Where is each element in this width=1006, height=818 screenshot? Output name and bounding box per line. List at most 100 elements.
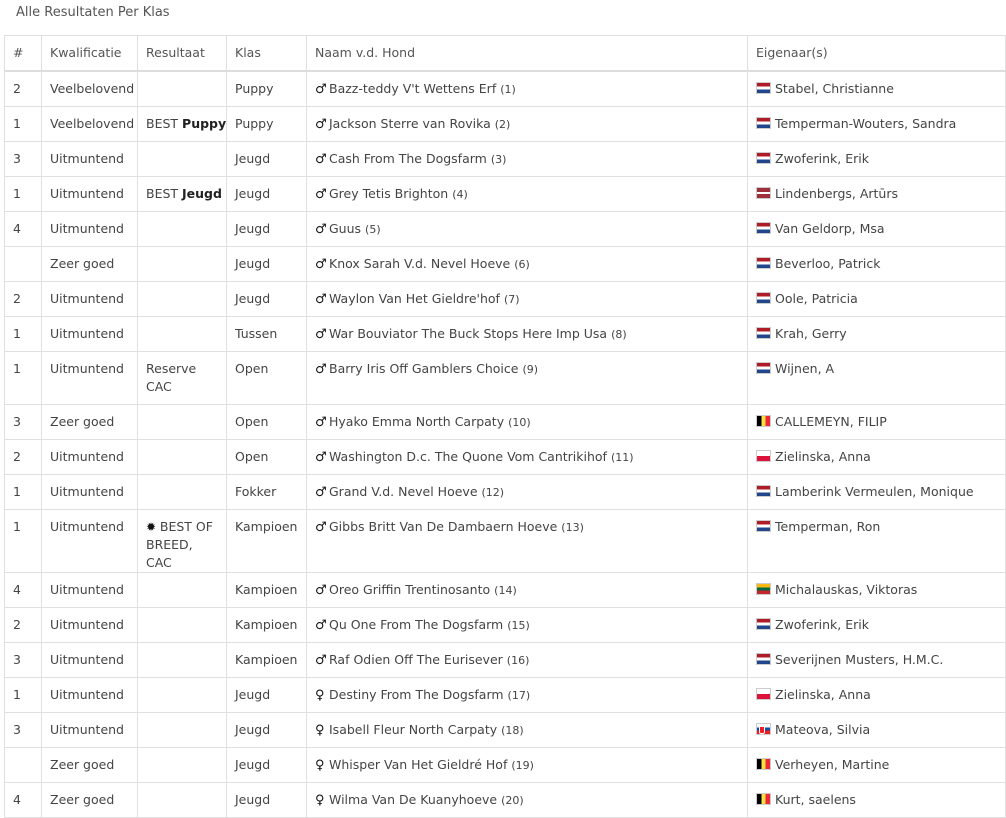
dog-name-cell: ♀ Destiny From The Dogsfarm (17) xyxy=(306,677,748,713)
result-cell xyxy=(137,246,227,282)
catalog-number: (18) xyxy=(501,724,524,737)
column-header-result[interactable]: Resultaat xyxy=(137,35,227,72)
dog-name-cell: ♂ Waylon Van Het Gieldre'hof (7) xyxy=(306,281,748,317)
owner-cell: Verheyen, Martine xyxy=(747,747,1006,783)
rank-cell: 2 xyxy=(4,607,42,643)
column-header-class[interactable]: Klas xyxy=(226,35,307,72)
dog-name-link[interactable]: Cash From The Dogsfarm xyxy=(329,151,487,166)
sex-icon: ♂ xyxy=(315,327,327,342)
qualification-cell: Uitmuntend xyxy=(41,141,138,177)
dog-name-link[interactable]: Waylon Van Het Gieldre'hof xyxy=(329,291,500,306)
sun-star-icon: ✹ xyxy=(146,520,160,534)
rank-cell: 1 xyxy=(4,509,42,573)
dog-name-cell: ♀ Isabell Fleur North Carpaty (18) xyxy=(306,712,748,748)
owner-cell: Zwoferink, Erik xyxy=(747,607,1006,643)
class-cell: Open xyxy=(226,404,307,440)
dog-name-cell: ♂ Hyako Emma North Carpaty (10) xyxy=(306,404,748,440)
dog-name-link[interactable]: Guus xyxy=(329,221,361,236)
dog-name-link[interactable]: Gibbs Britt Van De Dambaern Hoeve xyxy=(329,519,557,534)
table-row: 1 Uitmuntend Tussen ♂ War Bouviator The Buck… xyxy=(4,316,1006,352)
catalog-number: (5) xyxy=(365,223,381,236)
dog-name-link[interactable]: Qu One From The Dogsfarm xyxy=(329,617,503,632)
class-cell: Jeugd xyxy=(226,782,307,818)
country-flag-icon xyxy=(756,485,771,497)
dog-name-link[interactable]: Grand V.d. Nevel Hoeve xyxy=(329,484,478,499)
country-flag-icon xyxy=(756,520,771,532)
owner-name: Zwoferink, Erik xyxy=(775,617,869,632)
class-cell: Kampioen xyxy=(226,607,307,643)
dog-name-link[interactable]: Jackson Sterre van Rovika xyxy=(329,116,491,131)
owner-name: Stabel, Christianne xyxy=(775,81,894,96)
dog-name-link[interactable]: Raf Odien Off The Eurisever xyxy=(329,652,503,667)
owner-cell: Krah, Gerry xyxy=(747,316,1006,352)
table-row: 2 Uitmuntend Jeugd ♂ Waylon Van Het Gieldre'… xyxy=(4,281,1006,317)
owner-name: Zielinska, Anna xyxy=(775,687,871,702)
rank-cell: 2 xyxy=(4,70,42,107)
owner-cell: Stabel, Christianne xyxy=(747,70,1006,107)
rank-cell: 1 xyxy=(4,474,42,510)
owner-cell: Van Geldorp, Msa xyxy=(747,211,1006,247)
table-row: 2 Uitmuntend Open ♂ Washington D.c. The Quon… xyxy=(4,439,1006,475)
column-header-qualification[interactable]: Kwalificatie xyxy=(41,35,138,72)
result-cell xyxy=(137,281,227,317)
result-cell xyxy=(137,211,227,247)
result-cell xyxy=(137,677,227,713)
dog-name-link[interactable]: Barry Iris Off Gamblers Choice xyxy=(329,361,518,376)
catalog-number: (11) xyxy=(610,451,634,464)
class-cell: Tussen xyxy=(226,316,307,352)
country-flag-icon xyxy=(756,187,771,199)
dog-name-link[interactable]: Bazz-teddy V't Wettens Erf xyxy=(329,81,496,96)
owner-cell: Zielinska, Anna xyxy=(747,677,1006,713)
page-title: Alle Resultaten Per Klas xyxy=(16,5,170,20)
class-cell: Jeugd xyxy=(226,176,307,212)
class-cell: Kampioen xyxy=(226,572,307,608)
rank-cell: 2 xyxy=(4,281,42,317)
owner-name: Mateova, Silvia xyxy=(775,722,871,737)
dog-name-link[interactable]: Destiny From The Dogsfarm xyxy=(329,687,504,702)
table-row: 3 Uitmuntend Jeugd ♀ Isabell Fleur North Car… xyxy=(4,712,1006,748)
result-cell xyxy=(137,404,227,440)
qualification-cell: Uitmuntend xyxy=(41,211,138,247)
owner-name: Severijnen Musters, H.M.C. xyxy=(775,652,944,667)
owner-cell: Temperman-Wouters, Sandra xyxy=(747,106,1006,142)
owner-cell: Oole, Patricia xyxy=(747,281,1006,317)
qualification-cell: Veelbelovend xyxy=(41,106,138,142)
column-header-owner[interactable]: Eigenaar(s) xyxy=(747,35,1006,72)
rank-cell: 3 xyxy=(4,141,42,177)
result-prefix: BEST xyxy=(146,186,179,201)
table-row: 1 Uitmuntend BEST Jeugd Jeugd ♂ Grey Tetis Br… xyxy=(4,176,1006,212)
owner-name: Van Geldorp, Msa xyxy=(775,221,885,236)
column-header-rank[interactable]: # xyxy=(4,35,42,72)
qualification-cell: Veelbelovend xyxy=(41,70,138,107)
dog-name-link[interactable]: Oreo Griffin Trentinosanto xyxy=(329,582,490,597)
column-header-dog-name[interactable]: Naam v.d. Hond xyxy=(306,35,748,72)
country-flag-icon xyxy=(756,292,771,304)
class-cell: Jeugd xyxy=(226,712,307,748)
catalog-number: (10) xyxy=(508,416,531,429)
qualification-cell: Uitmuntend xyxy=(41,712,138,748)
table-row: 2 Veelbelovend Puppy ♂ Bazz-teddy V't Wetten… xyxy=(4,70,1006,107)
dog-name-link[interactable]: Isabell Fleur North Carpaty xyxy=(329,722,497,737)
dog-name-link[interactable]: Whisper Van Het Gieldré Hof xyxy=(329,757,507,772)
rank-cell xyxy=(4,246,42,282)
qualification-cell: Zeer goed xyxy=(41,782,138,818)
result-line: Reserve xyxy=(146,361,197,376)
class-cell: Jeugd xyxy=(226,677,307,713)
dog-name-link[interactable]: Washington D.c. The Quone Vom Cantrikiho… xyxy=(329,449,607,464)
sex-icon: ♂ xyxy=(315,117,327,132)
dog-name-cell: ♂ Cash From The Dogsfarm (3) xyxy=(306,141,748,177)
dog-name-cell: ♂ Raf Odien Off The Eurisever (16) xyxy=(306,642,748,678)
dog-name-link[interactable]: Knox Sarah V.d. Nevel Hoeve xyxy=(329,256,510,271)
dog-name-link[interactable]: War Bouviator The Buck Stops Here Imp Us… xyxy=(329,326,607,341)
table-row: 1 Uitmuntend Fokker ♂ Grand V.d. Nevel Hoeve… xyxy=(4,474,1006,510)
dog-name-link[interactable]: Grey Tetis Brighton xyxy=(329,186,448,201)
sex-icon: ♀ xyxy=(315,793,325,808)
owner-name: Lindenbergs, Artūrs xyxy=(775,186,899,201)
qualification-cell: Uitmuntend xyxy=(41,439,138,475)
owner-cell: CALLEMEYN, FILIP xyxy=(747,404,1006,440)
dog-name-link[interactable]: Hyako Emma North Carpaty xyxy=(329,414,504,429)
dog-name-cell: ♂ Washington D.c. The Quone Vom Cantrikih… xyxy=(306,439,748,475)
country-flag-icon xyxy=(756,222,771,234)
catalog-number: (15) xyxy=(507,619,530,632)
rank-cell: 4 xyxy=(4,572,42,608)
